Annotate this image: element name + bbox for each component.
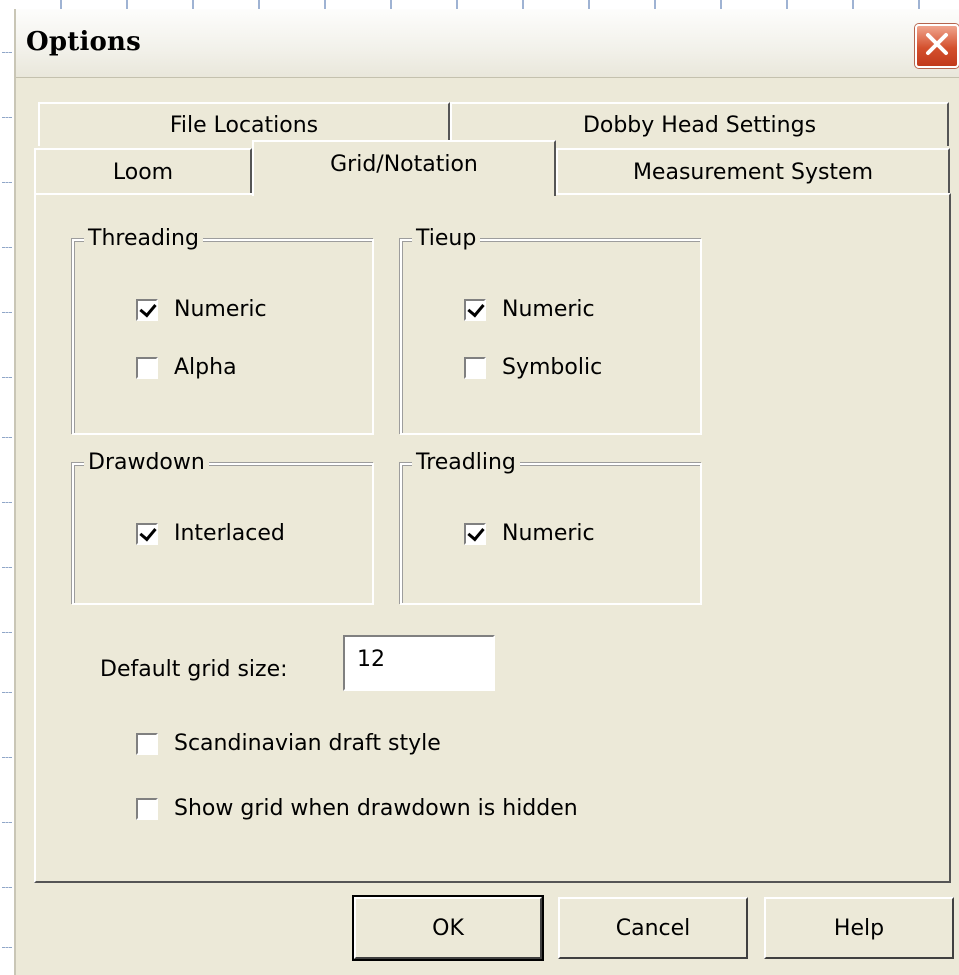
- help-button[interactable]: Help: [764, 897, 954, 959]
- show-grid-checkbox[interactable]: Show grid when drawdown is hidden: [136, 796, 578, 821]
- close-icon: [924, 31, 950, 61]
- background-app-ruler: [0, 0, 959, 9]
- checkbox-label: Show grid when drawdown is hidden: [174, 796, 578, 821]
- checkbox-label: Interlaced: [174, 521, 285, 546]
- tieup-group: Tieup Numeric Symbolic: [400, 224, 702, 435]
- checkbox-box[interactable]: [136, 797, 158, 820]
- checkbox-box[interactable]: [464, 298, 486, 321]
- checkbox-label: Symbolic: [502, 355, 603, 380]
- checkbox-label: Scandinavian draft style: [174, 731, 441, 756]
- window-title: Options: [26, 27, 141, 57]
- checkbox-label: Alpha: [174, 355, 237, 380]
- grid-size-label: Default grid size:: [100, 657, 288, 682]
- tab-label: Measurement System: [632, 159, 874, 185]
- drawdown-group: Drawdown Interlaced: [72, 448, 374, 605]
- tieup-legend: Tieup: [412, 224, 481, 254]
- checkbox-box[interactable]: [136, 732, 158, 755]
- tieup-symbolic-checkbox[interactable]: Symbolic: [464, 355, 602, 380]
- treadling-group: Treadling Numeric: [400, 448, 702, 605]
- treadling-legend: Treadling: [412, 448, 520, 478]
- checkbox-box[interactable]: [464, 522, 486, 545]
- checkbox-label: Numeric: [502, 297, 595, 322]
- grid-size-input[interactable]: 12: [343, 635, 495, 691]
- checkbox-label: Numeric: [502, 521, 595, 546]
- options-dialog: Options File Locations Dobby Head Settin…: [14, 9, 959, 975]
- tab-label: Loom: [112, 159, 174, 185]
- drawdown-interlaced-checkbox[interactable]: Interlaced: [136, 521, 285, 546]
- background-app-margin: [0, 0, 14, 975]
- threading-alpha-checkbox[interactable]: Alpha: [136, 355, 237, 380]
- ok-button[interactable]: OK: [354, 897, 542, 959]
- checkbox-box[interactable]: [136, 522, 158, 545]
- title-bar[interactable]: Options: [16, 9, 959, 78]
- threading-legend: Threading: [84, 224, 203, 254]
- tab-loom[interactable]: Loom: [34, 148, 252, 194]
- scandinavian-draft-checkbox[interactable]: Scandinavian draft style: [136, 731, 441, 756]
- tieup-numeric-checkbox[interactable]: Numeric: [464, 297, 595, 322]
- tab-label: File Locations: [169, 112, 319, 138]
- tab-label: Grid/Notation: [330, 152, 478, 177]
- close-button[interactable]: [915, 24, 959, 68]
- drawdown-legend: Drawdown: [84, 448, 209, 478]
- checkbox-box[interactable]: [136, 298, 158, 321]
- checkbox-label: Numeric: [174, 297, 267, 322]
- threading-group: Threading Numeric Alpha: [72, 224, 374, 435]
- tab-measurement-system[interactable]: Measurement System: [556, 148, 950, 194]
- tab-label: Dobby Head Settings: [582, 112, 817, 138]
- tab-grid-notation[interactable]: Grid/Notation: [252, 140, 556, 196]
- cancel-button[interactable]: Cancel: [558, 897, 748, 959]
- checkbox-box[interactable]: [464, 356, 486, 379]
- threading-numeric-checkbox[interactable]: Numeric: [136, 297, 267, 322]
- button-label: Cancel: [615, 915, 691, 941]
- button-label: Help: [833, 915, 885, 941]
- button-label: OK: [432, 915, 464, 941]
- treadling-numeric-checkbox[interactable]: Numeric: [464, 521, 595, 546]
- checkbox-box[interactable]: [136, 356, 158, 379]
